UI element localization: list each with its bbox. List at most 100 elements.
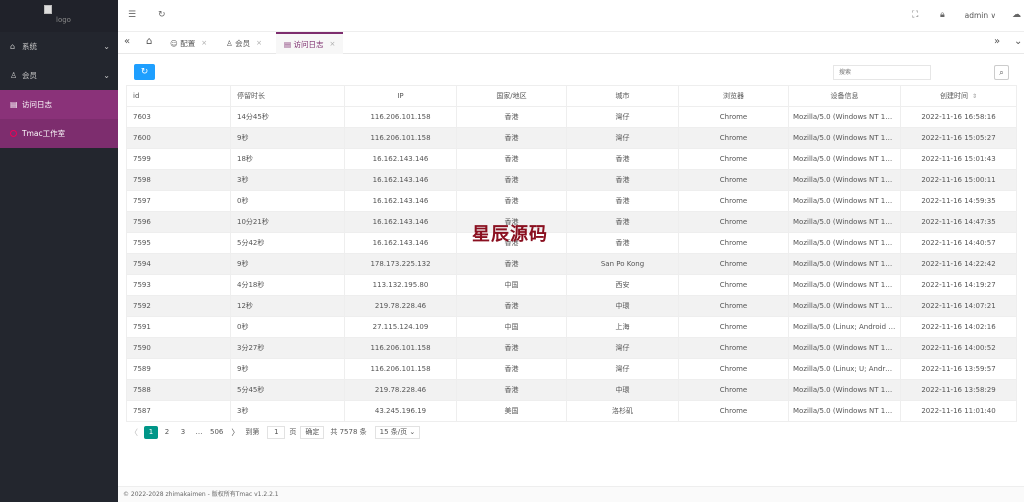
column-header[interactable]: 设备信息 xyxy=(788,85,901,107)
table-cell: Mozilla/5.0 (Windows NT 10.0; Win64; x64… xyxy=(788,106,901,128)
table-cell: 219.78.228.46 xyxy=(344,379,457,401)
prev-page-icon[interactable]: 〈 xyxy=(130,427,138,438)
table-cell: 2022-11-16 15:05:27 xyxy=(900,127,1017,149)
table-row[interactable]: 7590 3分27秒 116.206.101.158 香港 灣仔 Chrome Mozill… xyxy=(126,337,1017,359)
user-menu[interactable]: admin ∨ xyxy=(965,11,996,20)
tabs-scroll-right-icon[interactable]: » xyxy=(994,36,1000,47)
table-cell: 2022-11-16 14:22:42 xyxy=(900,253,1017,275)
table-cell: Chrome xyxy=(678,106,789,128)
table-cell: 16.162.143.146 xyxy=(344,148,457,170)
table-cell: 2022-11-16 11:01:40 xyxy=(900,400,1017,422)
table-row[interactable]: 7598 3秒 16.162.143.146 香港 香港 Chrome Mozilla/5.… xyxy=(126,169,1017,191)
table-cell: Chrome xyxy=(678,337,789,359)
table-cell: 7603 xyxy=(126,106,231,128)
table-cell: 中国 xyxy=(456,274,567,296)
table-row[interactable]: 7592 12秒 219.78.228.46 香港 中環 Chrome Mozilla/5.… xyxy=(126,295,1017,317)
log-icon: ▤ xyxy=(284,39,294,49)
table-cell: 9秒 xyxy=(230,127,345,149)
sidebar-item-access-log[interactable]: ▤ 访问日志 xyxy=(0,90,118,119)
table-cell: 116.206.101.158 xyxy=(344,337,457,359)
table-cell: Mozilla/5.0 (Linux; Android 10) xyxy=(788,316,901,338)
table-cell: Mozilla/5.0 (Windows NT 10.0; Win64; x64… xyxy=(788,190,901,212)
column-header[interactable]: 停留时长 xyxy=(230,85,345,107)
next-page-icon[interactable]: 〉 xyxy=(231,427,239,438)
table-cell: 7594 xyxy=(126,253,231,275)
table-cell: 7597 xyxy=(126,190,231,212)
watermark: 星辰源码 xyxy=(472,224,548,245)
table-row[interactable]: 7593 4分18秒 113.132.195.80 中国 西安 Chrome Mozilla… xyxy=(126,274,1017,296)
table-cell: Mozilla/5.0 (Windows NT 10.0; Win64; x64… xyxy=(788,169,901,191)
close-icon[interactable]: × xyxy=(201,39,207,47)
table-cell: Mozilla/5.0 (Windows NT 10.0; Win64; x64… xyxy=(788,211,901,233)
sidebar-item-member[interactable]: ♙ 会员 ⌄ xyxy=(0,61,118,90)
table-cell: 2022-11-16 15:00:11 xyxy=(900,169,1017,191)
refresh-button[interactable]: ↻ xyxy=(134,64,155,80)
table-cell: 西安 xyxy=(566,274,679,296)
table-row[interactable]: 7587 3秒 43.245.196.19 美国 洛杉矶 Chrome Mozilla/5.… xyxy=(126,400,1017,422)
home-tab-icon[interactable]: ⌂ xyxy=(146,36,152,47)
table-cell: 7593 xyxy=(126,274,231,296)
page-number[interactable]: 1 xyxy=(144,425,158,439)
table-cell: 香港 xyxy=(566,232,679,254)
table-cell: 2022-11-16 14:19:27 xyxy=(900,274,1017,296)
table-cell: 上海 xyxy=(566,316,679,338)
page-number[interactable]: 506 xyxy=(208,426,225,439)
table-cell: 5分45秒 xyxy=(230,379,345,401)
table-cell: Chrome xyxy=(678,148,789,170)
table-row[interactable]: 7597 0秒 16.162.143.146 香港 香港 Chrome Mozilla/5.… xyxy=(126,190,1017,212)
table-row[interactable]: 7599 18秒 16.162.143.146 香港 香港 Chrome Mozilla/5… xyxy=(126,148,1017,170)
tab-label: 会员 xyxy=(235,38,251,48)
column-header-created-time[interactable]: 创建时间 ⇕ xyxy=(900,85,1017,107)
table-cell: 香港 xyxy=(566,169,679,191)
table-row[interactable]: 7600 9秒 116.206.101.158 香港 灣仔 Chrome Mozilla/5… xyxy=(126,127,1017,149)
page-number[interactable]: 3 xyxy=(176,426,190,439)
main-content: ↻ ⌕ id 停留时长 IP 国家/地区 城市 浏览器 设备信息 创建时间 ⇕ 7… xyxy=(118,54,1024,486)
chevron-down-icon[interactable]: ⌄ xyxy=(1014,36,1022,47)
logo[interactable]: logo xyxy=(44,5,74,27)
goto-page-input[interactable]: 1 xyxy=(267,425,286,439)
close-icon[interactable]: × xyxy=(256,39,262,47)
close-icon[interactable]: × xyxy=(329,40,335,48)
table-cell: 116.206.101.158 xyxy=(344,127,457,149)
table-cell: 灣仔 xyxy=(566,358,679,380)
table-row[interactable]: 7595 5分42秒 16.162.143.146 香港 香港 Chrome Mozilla… xyxy=(126,232,1017,254)
column-header[interactable]: 浏览器 xyxy=(678,85,789,107)
column-header[interactable]: 国家/地区 xyxy=(456,85,567,107)
column-header[interactable]: 城市 xyxy=(566,85,679,107)
confirm-button[interactable]: 确定 xyxy=(300,425,325,439)
column-header[interactable]: IP xyxy=(344,85,457,107)
per-page-select[interactable]: 15 条/页 ⌄ xyxy=(374,425,421,439)
tab-member[interactable]: ♙ 会员 × xyxy=(218,32,270,54)
theme-icon[interactable]: ☁ xyxy=(1012,10,1021,20)
tabs-scroll-left-icon[interactable]: « xyxy=(124,36,130,47)
fullscreen-icon[interactable]: ⛶ xyxy=(912,10,918,20)
sort-icon[interactable]: ⇕ xyxy=(972,93,977,100)
table-cell: 3分27秒 xyxy=(230,337,345,359)
menu-toggle-icon[interactable]: ☰ xyxy=(128,10,136,20)
table-row[interactable]: 7603 14分45秒 116.206.101.158 香港 灣仔 Chrome Mozil… xyxy=(126,106,1017,128)
sidebar-item-tmac-studio[interactable]: Tmac工作室 xyxy=(0,119,118,148)
lock-icon[interactable]: 🔒︎ xyxy=(940,10,945,20)
table-cell: Chrome xyxy=(678,190,789,212)
table-row[interactable]: 7591 0秒 27.115.124.109 中国 上海 Chrome Mozilla/5.… xyxy=(126,316,1017,338)
search-button[interactable]: ⌕ xyxy=(994,65,1009,80)
search-input[interactable] xyxy=(833,65,931,80)
footer: © 2022-2028 zhimakaimen - 版权所有Tmac v1.2.… xyxy=(118,486,1024,502)
sidebar-item-system[interactable]: ⌂ 系统 ⌄ xyxy=(0,32,118,61)
table-row[interactable]: 7594 9秒 178.173.225.132 香港 San Po Kong Chrome… xyxy=(126,253,1017,275)
table-cell: 7588 xyxy=(126,379,231,401)
table-row[interactable]: 7596 10分21秒 16.162.143.146 香港 香港 Chrome Mozill… xyxy=(126,211,1017,233)
table-row[interactable]: 7589 9秒 116.206.101.158 香港 灣仔 Chrome Mozilla/5… xyxy=(126,358,1017,380)
table-cell: Mozilla/5.0 (Windows NT 10.0; Win64; x64… xyxy=(788,379,901,401)
table-cell: 116.206.101.158 xyxy=(344,358,457,380)
table-cell: Chrome xyxy=(678,316,789,338)
user-icon: ♙ xyxy=(226,38,236,48)
table-row[interactable]: 7588 5分45秒 219.78.228.46 香港 中環 Chrome Mozilla/… xyxy=(126,379,1017,401)
table-cell: 灣仔 xyxy=(566,106,679,128)
tab-config[interactable]: ☺ 配置 × xyxy=(162,32,215,54)
refresh-icon[interactable]: ↻ xyxy=(158,10,166,20)
page-number[interactable]: 2 xyxy=(160,426,174,439)
table-cell: 中環 xyxy=(566,295,679,317)
column-header[interactable]: id xyxy=(126,85,231,107)
tab-access-log[interactable]: ▤ 访问日志 × xyxy=(276,32,344,54)
